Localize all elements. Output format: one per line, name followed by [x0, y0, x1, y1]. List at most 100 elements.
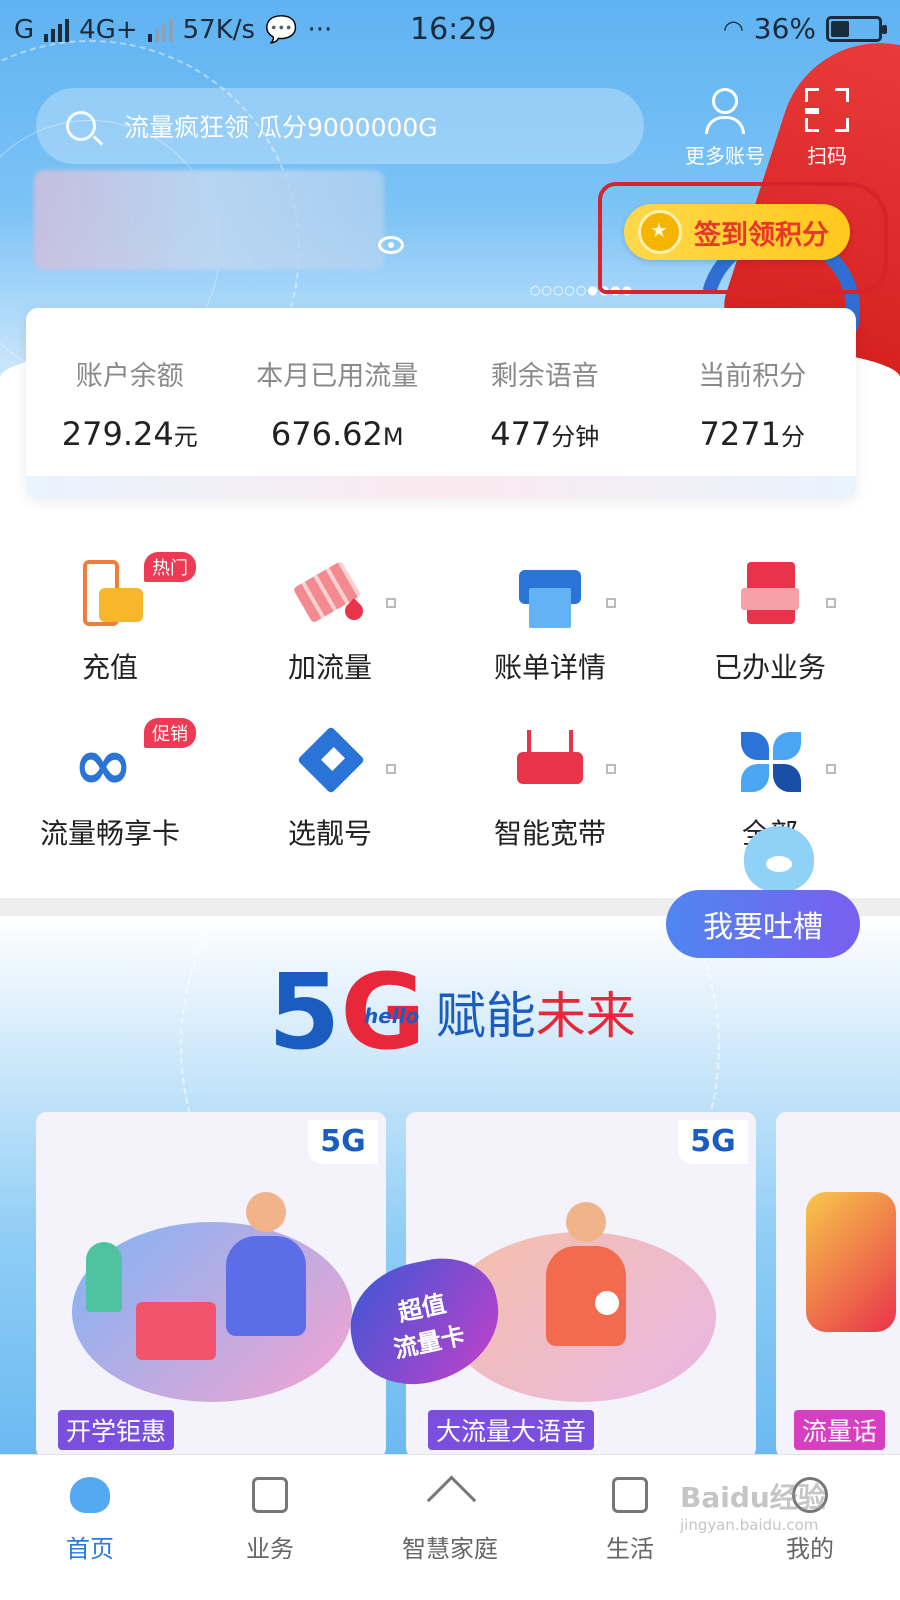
signal-icon-secondary — [147, 18, 173, 42]
shopping-bag-icon — [612, 1477, 648, 1513]
network-type: 4G+ — [79, 15, 138, 45]
nav-label: 生活 — [606, 1535, 654, 1563]
scan-button[interactable]: 扫码 — [782, 88, 872, 169]
card-tag: 开学钜惠 — [58, 1410, 175, 1450]
nav-label: 智慧家庭 — [402, 1535, 498, 1563]
more-icon: ··· — [307, 15, 333, 45]
stat-unit: 分 — [780, 423, 805, 451]
slogan-part2: 未来 — [535, 987, 636, 1045]
signin-button[interactable]: 签到领积分 — [624, 204, 850, 260]
search-placeholder: 流量疯狂领 瓜分9000000G — [124, 113, 438, 142]
square-dot-icon — [386, 598, 396, 608]
recharge-icon — [73, 558, 147, 632]
service-data-card[interactable]: ∞ 促销 流量畅享卡 — [0, 718, 220, 852]
clipboard-icon — [252, 1477, 288, 1513]
service-label: 账单详情 — [493, 651, 606, 684]
scan-label: 扫码 — [807, 144, 847, 168]
nav-home[interactable]: 首页 — [0, 1455, 180, 1600]
watermark-sub: jingyan.baidu.com — [680, 1516, 819, 1534]
grid-petal-icon — [733, 724, 807, 798]
printer-icon — [513, 558, 587, 632]
logo-hello: hello — [364, 1004, 420, 1028]
person-icon — [226, 1192, 306, 1342]
square-dot-icon — [826, 598, 836, 608]
service-bill-details[interactable]: 账单详情 — [440, 558, 660, 686]
status-bar: G 4G+ 57K/s 💬 ··· 16:29 ◠ 36% — [0, 0, 900, 60]
service-label: 流量畅享卡 — [39, 817, 180, 850]
account-info-blurred — [34, 170, 384, 270]
sim-card-icon — [293, 724, 367, 798]
service-label: 充值 — [81, 651, 138, 684]
signin-label: 签到领积分 — [694, 219, 829, 251]
watermark-main: Baidu经验 — [680, 1481, 826, 1514]
mascot-bird-icon — [744, 826, 814, 892]
stat-label: 本月已用流量 — [256, 361, 419, 392]
card-tag: 大流量大语音 — [428, 1410, 595, 1450]
more-accounts-label: 更多账号 — [685, 144, 765, 168]
signal-icon — [44, 18, 70, 42]
stat-value: 676.62 — [270, 415, 383, 453]
stat-value: 477 — [490, 415, 552, 453]
mascot-home-icon — [70, 1477, 110, 1513]
service-label: 智能宽带 — [493, 817, 606, 850]
service-choose-number[interactable]: 选靓号 — [220, 724, 440, 852]
nav-label: 首页 — [66, 1535, 114, 1563]
router-icon — [513, 724, 587, 798]
stat-unit: 元 — [173, 423, 198, 451]
account-stats-card: 账户余额 279.24元 本月已用流量 676.62M 剩余语音 477分钟 当… — [26, 308, 856, 498]
service-label: 选靓号 — [287, 817, 372, 850]
house-icon — [432, 1477, 468, 1513]
scan-icon — [805, 88, 849, 132]
5g-logo: 5G hello — [268, 960, 426, 1064]
infinity-icon: ∞ — [73, 722, 133, 806]
document-icon — [733, 558, 807, 632]
more-accounts-button[interactable]: 更多账号 — [680, 88, 770, 169]
service-broadband[interactable]: 智能宽带 — [440, 724, 660, 852]
service-label: 已办业务 — [713, 651, 826, 684]
mini-5g-logo: 5G — [678, 1120, 748, 1164]
mini-5g-logo: 5G — [308, 1120, 378, 1164]
nav-label: 业务 — [246, 1535, 294, 1563]
square-dot-icon — [606, 598, 616, 608]
service-completed-business[interactable]: 已办业务 — [660, 558, 880, 686]
stat-unit: 分钟 — [551, 423, 600, 451]
stat-value: 279.24 — [61, 415, 174, 453]
search-icon — [66, 111, 96, 141]
service-add-data[interactable]: 加流量 — [220, 558, 440, 686]
page-dots: ○○○○○●●●● — [530, 283, 634, 297]
stat-label: 剩余语音 — [490, 361, 599, 392]
promo-card-school[interactable]: 5G 开学钜惠 — [36, 1112, 386, 1454]
battery-icon — [826, 15, 887, 42]
nav-business[interactable]: 业务 — [180, 1455, 360, 1600]
slogan-part1: 赋能 — [435, 987, 536, 1045]
stat-unit: M — [382, 423, 404, 451]
clock: 16:29 — [410, 12, 497, 47]
promo-badge: 促销 — [144, 718, 196, 748]
complain-button[interactable]: 我要吐槽 — [666, 890, 860, 958]
square-dot-icon — [606, 764, 616, 774]
user-icon — [705, 88, 745, 134]
square-dot-icon — [826, 764, 836, 774]
mini-logo-text: 5G — [320, 1124, 366, 1159]
battery-percent: 36% — [753, 12, 816, 45]
nav-smart-home[interactable]: 智慧家庭 — [360, 1455, 540, 1600]
eye-icon[interactable] — [378, 236, 404, 254]
medal-icon — [638, 210, 682, 254]
square-dot-icon — [386, 764, 396, 774]
gift-icon — [806, 1192, 896, 1332]
promo-card-partial[interactable]: 流量话 — [776, 1112, 900, 1454]
service-recharge[interactable]: 热门 充值 — [0, 552, 220, 686]
stat-value: 7271 — [699, 415, 781, 453]
search-bar[interactable]: 流量疯狂领 瓜分9000000G — [36, 88, 644, 164]
card-wave-decor — [26, 476, 856, 498]
wechat-icon: 💬 — [265, 15, 298, 45]
service-label: 加流量 — [287, 651, 372, 684]
stat-label: 账户余额 — [75, 361, 184, 392]
film-data-icon — [292, 558, 367, 632]
plant-icon — [86, 1242, 122, 1312]
carrier-label: G — [14, 15, 35, 45]
wifi-icon: ◠ — [722, 14, 744, 43]
play-icon — [592, 1288, 622, 1318]
stat-label: 当前积分 — [698, 361, 807, 392]
nav-label: 我的 — [786, 1535, 834, 1563]
